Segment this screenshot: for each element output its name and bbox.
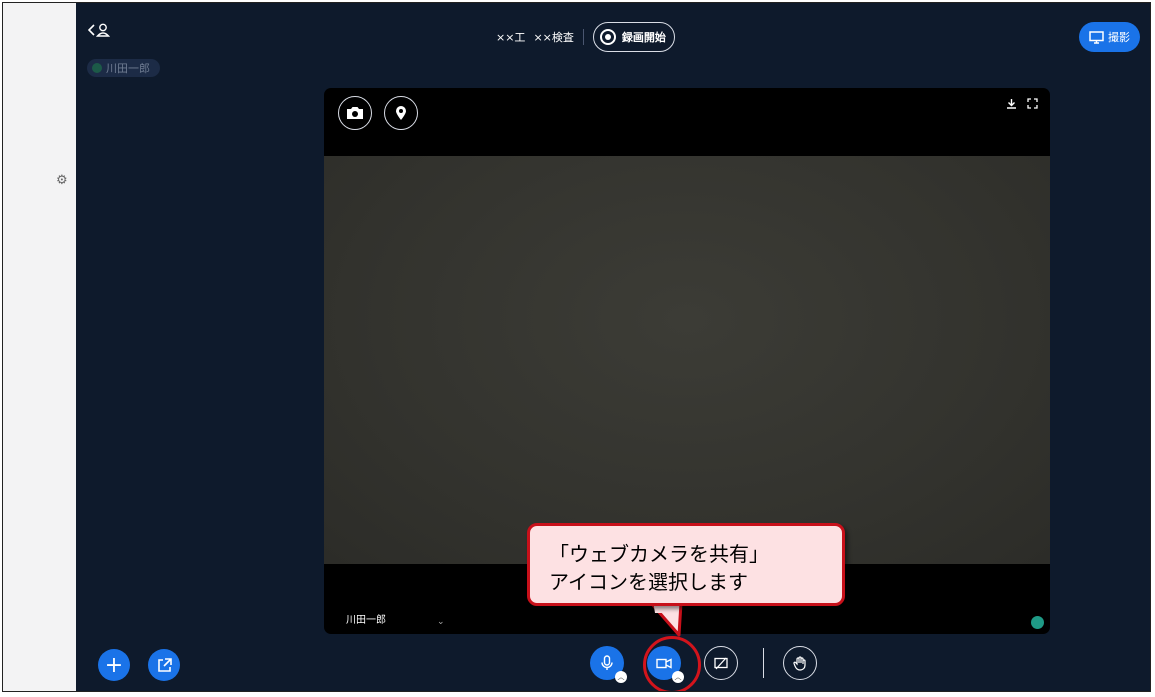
left-sidebar: ⚙ <box>3 3 76 691</box>
snapshot-button[interactable] <box>338 96 372 130</box>
chevron-down-icon[interactable]: ⌄ <box>437 617 445 627</box>
instruction-callout: 「ウェブカメラを共有」 アイコンを選択します <box>527 523 845 606</box>
participant-name: 川田一郎 <box>106 62 150 75</box>
record-label: 録画開始 <box>621 31 666 44</box>
location-pin-icon <box>396 106 406 120</box>
record-icon <box>599 29 616 45</box>
video-feed <box>324 156 1050 564</box>
chevron-left-icon <box>88 24 95 36</box>
session-header: ××工 ××検査 録画開始 <box>496 22 675 52</box>
add-button[interactable]: + <box>98 649 130 681</box>
monitor-icon <box>1089 30 1104 44</box>
external-link-button[interactable] <box>148 649 180 681</box>
gear-icon[interactable]: ⚙ <box>56 173 68 188</box>
mic-status-icon <box>1031 616 1044 629</box>
divider <box>582 29 584 45</box>
video-tools <box>1006 98 1038 109</box>
divider <box>763 648 764 678</box>
start-recording-button[interactable]: 録画開始 <box>592 22 675 52</box>
microphone-button[interactable]: ︿ <box>590 646 627 683</box>
fullscreen-icon[interactable] <box>1027 98 1038 109</box>
site-name: ××工 <box>496 31 526 44</box>
user-icon <box>96 23 110 37</box>
chevron-up-icon[interactable]: ︿ <box>615 671 627 683</box>
microphone-icon <box>601 655 613 670</box>
camera-icon <box>347 107 363 119</box>
download-icon[interactable] <box>1006 98 1017 109</box>
screen-share-off-icon <box>714 657 728 669</box>
capture-label: 撮影 <box>1108 31 1130 44</box>
callout-line-2: アイコンを選択します <box>549 570 748 594</box>
participants-toggle[interactable] <box>88 23 110 37</box>
capture-button[interactable]: 撮影 <box>1079 22 1140 52</box>
raise-hand-button[interactable] <box>783 646 817 680</box>
raise-hand-icon <box>793 655 806 671</box>
inspection-name: ××検査 <box>533 31 574 44</box>
callout-pointer <box>649 601 683 637</box>
meeting-controls: ︿ ︿ <box>590 646 817 683</box>
external-link-icon <box>157 657 172 672</box>
app-window: ⚙ 川田一郎 ××工 ××検査 録画開始 撮影 川田一郎 ⌄ + ︿ ︿ 「ウェ… <box>2 2 1151 692</box>
callout-line-1: 「ウェブカメラを共有」 <box>549 542 769 566</box>
video-participant-name: 川田一郎 <box>346 615 386 626</box>
screen-share-button[interactable] <box>704 646 738 680</box>
location-button[interactable] <box>384 96 418 130</box>
highlight-ring <box>643 636 701 691</box>
participant-item[interactable]: 川田一郎 <box>87 59 160 77</box>
status-dot <box>92 63 102 73</box>
